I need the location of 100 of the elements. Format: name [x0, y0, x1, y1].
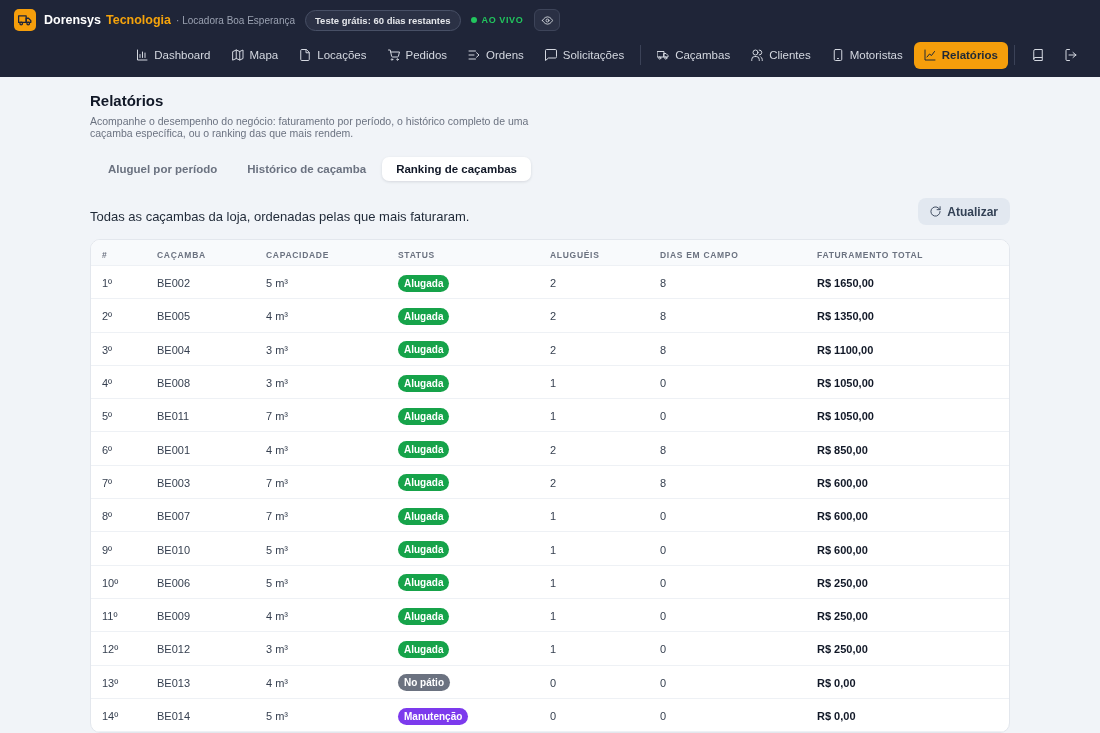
- table-cell: 5º: [102, 410, 113, 423]
- table-cell: 2: [550, 277, 557, 290]
- table-cell: 4º: [102, 377, 113, 390]
- status-badge: Alugada: [398, 607, 450, 625]
- table-cell: 1: [550, 543, 557, 556]
- table-cell: 3 m³: [266, 643, 288, 656]
- status-badge: Alugada: [398, 640, 450, 658]
- nav-tab[interactable]: Dashboard: [126, 41, 221, 69]
- table-cell: R$ 1050,00: [817, 410, 874, 423]
- table-cell: 8: [660, 476, 667, 489]
- table-cell: 0: [660, 643, 667, 656]
- status-badge: No pátio: [398, 674, 450, 692]
- brand-name: Dorensys: [44, 13, 101, 27]
- table-cell: 1: [550, 377, 557, 390]
- list-arrow-icon: [468, 49, 481, 61]
- table-cell: 11º: [102, 610, 118, 623]
- map-icon: [231, 49, 244, 61]
- status-badge: Alugada: [398, 541, 450, 558]
- trial-badge: Teste grátis: 60 dias restantes: [305, 9, 461, 31]
- status-badge: Alugada: [398, 474, 450, 492]
- table-cell: 3º: [102, 343, 113, 356]
- table-cell: 2: [550, 476, 557, 489]
- section-subtitle: Todas as caçambas da loja, ordenadas pelas que mais faturaram.: [90, 208, 470, 224]
- nav-tab[interactable]: Mapa: [221, 41, 289, 69]
- table-cell: 0: [660, 543, 667, 556]
- table-cell: 8: [660, 310, 667, 323]
- refresh-button[interactable]: Atualizar: [918, 198, 1010, 225]
- table-cell: 1º: [102, 277, 113, 290]
- table-cell: 4 m³: [266, 676, 288, 689]
- table-cell: 0: [550, 676, 557, 689]
- table-cell: 0: [550, 710, 557, 722]
- page-description: Acompanhe o desempenho do negócio: faturamento por período, o histórico completo de uma caçamba específica, ou o ranking das que mais rendem.: [90, 115, 530, 139]
- nav-tab[interactable]: Solicitações: [534, 41, 635, 69]
- table-cell: 2: [550, 443, 557, 456]
- table-cell: BE009: [157, 610, 191, 623]
- status-badge: Manutenção: [398, 707, 469, 725]
- table-cell: 7 m³: [266, 510, 288, 523]
- table-cell: R$ 1350,00: [817, 310, 874, 323]
- book-icon: [1032, 49, 1044, 61]
- table-cell: 4 m³: [266, 610, 288, 623]
- table-cell: BE007: [157, 510, 191, 523]
- status-badge: Alugada: [398, 341, 450, 359]
- table-cell: BE006: [157, 576, 191, 589]
- table-cell: R$ 0,00: [817, 710, 856, 722]
- table-cell: 8º: [102, 510, 113, 523]
- eye-button[interactable]: [534, 9, 561, 31]
- table-cell: 13º: [102, 676, 119, 689]
- status-badge: Alugada: [398, 374, 450, 392]
- store-name: · Locadora Boa Esperança: [176, 14, 295, 26]
- nav-tab[interactable]: Pedidos: [377, 41, 458, 69]
- nav-tab[interactable]: Ordens: [458, 41, 534, 69]
- nav-tab[interactable]: Caçambas: [647, 41, 741, 69]
- nav-tab[interactable]: Motoristas: [821, 41, 913, 69]
- column-header: CAPACIDADE: [266, 249, 330, 260]
- table-cell: R$ 850,00: [817, 443, 868, 456]
- table-cell: 8: [660, 277, 667, 290]
- table-cell: 10º: [102, 576, 119, 589]
- nav-tab[interactable]: Locações: [289, 41, 377, 69]
- nav-tab[interactable]: Relatórios: [913, 41, 1008, 69]
- logo-icon: [14, 9, 36, 31]
- table-cell: 5 m³: [266, 277, 288, 290]
- page-title: Relatórios: [90, 92, 165, 109]
- report-tab[interactable]: Histórico de caçamba: [233, 157, 381, 181]
- eye-icon: [540, 14, 554, 26]
- document-icon: [299, 49, 312, 61]
- table-cell: 0: [660, 610, 667, 623]
- column-header: STATUS: [398, 249, 435, 260]
- table-cell: R$ 600,00: [817, 543, 868, 556]
- table-cell: BE014: [157, 710, 191, 722]
- table-cell: 4 m³: [266, 310, 288, 323]
- table-cell: 14º: [102, 710, 119, 722]
- table-cell: 4 m³: [266, 443, 288, 456]
- bar-chart-icon: [136, 49, 149, 61]
- report-tab[interactable]: Aluguel por período: [94, 157, 232, 181]
- logout-icon: [1065, 49, 1077, 61]
- table-cell: 0: [660, 410, 667, 423]
- table-cell: R$ 1100,00: [817, 343, 874, 356]
- table-cell: 1: [550, 510, 557, 523]
- report-tab[interactable]: Ranking de caçambas: [382, 157, 531, 181]
- table-cell: R$ 0,00: [817, 676, 856, 689]
- nav-tab[interactable]: Clientes: [741, 41, 821, 69]
- table-cell: R$ 250,00: [817, 643, 868, 656]
- table-cell: 0: [660, 377, 667, 390]
- table-cell: 1: [550, 410, 557, 423]
- table-cell: 1: [550, 643, 557, 656]
- table-cell: R$ 600,00: [817, 476, 868, 489]
- table-cell: 0: [660, 576, 667, 589]
- table-cell: 5 m³: [266, 543, 288, 556]
- column-header: CAÇAMBA: [157, 249, 206, 260]
- speech-bubble-icon: [544, 49, 557, 61]
- table-cell: BE011: [157, 410, 190, 423]
- table-cell: BE001: [157, 443, 191, 456]
- table-cell: 3 m³: [266, 377, 288, 390]
- table-cell: 7º: [102, 476, 113, 489]
- phone-icon: [831, 49, 844, 61]
- truck-icon: [657, 49, 670, 61]
- table-cell: 2: [550, 343, 557, 356]
- table-cell: 7 m³: [266, 476, 288, 489]
- table-cell: 12º: [102, 643, 119, 656]
- table-cell: BE003: [157, 476, 191, 489]
